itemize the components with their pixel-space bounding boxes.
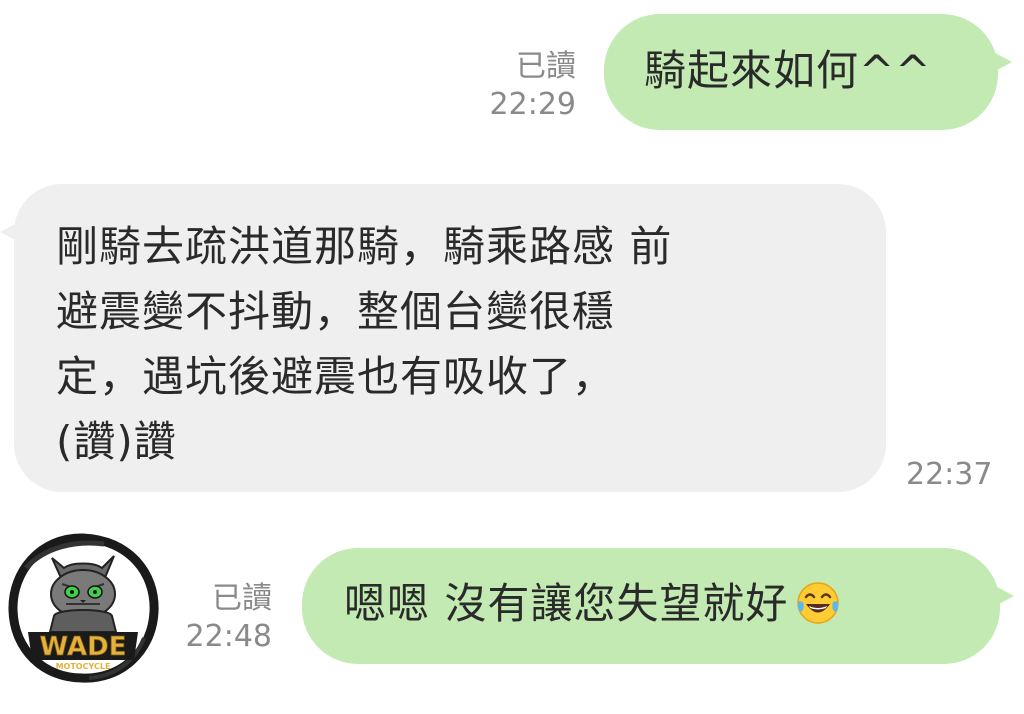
incoming-message-bubble[interactable]: 剛騎去疏洪道那騎，騎乘路感 前 避震變不抖動，整個台變很穩 定，遇坑後避震也有吸… bbox=[0, 184, 886, 492]
message-text-line: 避震變不抖動，整個台變很穩 bbox=[56, 287, 616, 336]
message-time: 22:48 bbox=[185, 619, 272, 654]
outgoing-message-bubble[interactable]: 騎起來如何^^ bbox=[604, 14, 1012, 130]
message-meta: 已讀 22:48 bbox=[132, 580, 272, 656]
message-text-line: 剛騎去疏洪道那騎，騎乘路感 前 bbox=[56, 222, 673, 271]
logo-text: WADE bbox=[40, 632, 127, 662]
logo-subtext: MOTOCYCLE bbox=[56, 662, 111, 671]
message-meta: 已讀 22:29 bbox=[436, 48, 576, 124]
read-receipt: 已讀 bbox=[516, 49, 576, 84]
message-time: 22:37 bbox=[906, 457, 993, 492]
chat-view: 已讀 22:29 騎起來如何^^ 剛騎去疏洪道那騎，騎乘路感 前 避震變不抖動，… bbox=[0, 0, 1024, 714]
message-text: 嗯嗯 沒有讓您失望就好 bbox=[344, 579, 789, 628]
message-text-line: 定，遇坑後避震也有吸收了， bbox=[56, 352, 616, 401]
read-receipt: 已讀 bbox=[212, 581, 272, 616]
outgoing-message-bubble[interactable]: 嗯嗯 沒有讓您失望就好 bbox=[302, 548, 1014, 664]
message-text: 騎起來如何^^ bbox=[644, 46, 932, 95]
message-text-line: (讚)讚 bbox=[56, 417, 177, 466]
tears-of-joy-emoji bbox=[797, 581, 840, 624]
message-time: 22:29 bbox=[489, 87, 576, 122]
